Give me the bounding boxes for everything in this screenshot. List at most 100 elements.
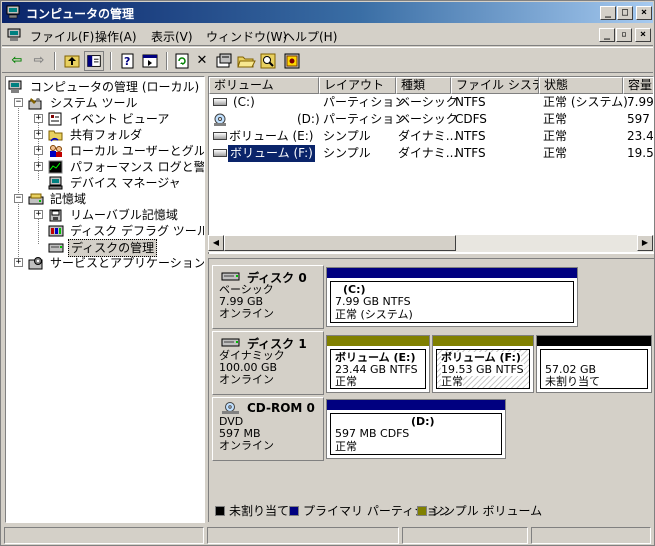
cell-filesystem: CDFS (455, 112, 487, 126)
search-icon[interactable] (258, 51, 278, 71)
disk-0-info[interactable]: ディスク 0 ベーシック 7.99 GB オンライン (212, 265, 324, 329)
maximize-button[interactable]: □ (617, 6, 633, 20)
table-row-selected[interactable]: ボリューム (F:) シンプル ダイナミ... NTFS 正常 19.53 (209, 145, 653, 162)
cd-drive-icon (222, 402, 239, 414)
partition-f-selected[interactable]: ボリューム (F:) 19.53 GB NTFS 正常 (432, 335, 534, 393)
partition-d[interactable]: (D:) 597 MB CDFS 正常 (326, 399, 506, 459)
up-folder-icon[interactable] (62, 51, 82, 71)
partition-status: 正常 (335, 375, 357, 388)
wizard-icon[interactable] (282, 51, 302, 71)
menu-help[interactable]: ヘルプ(H) (283, 28, 337, 45)
cell-status: 正常 (543, 129, 568, 143)
mdi-minimize-button[interactable]: _ (599, 28, 615, 42)
scroll-right-button[interactable]: ▶ (637, 235, 653, 251)
event-viewer-label: イベント ビューア (70, 112, 170, 126)
scroll-left-button[interactable]: ◀ (208, 235, 224, 251)
partition-size: 7.99 GB NTFS (335, 295, 411, 308)
cdrom-0-info[interactable]: CD-ROM 0 DVD 597 MB オンライン (212, 397, 324, 461)
back-arrow-icon[interactable]: ⇦ (7, 51, 27, 71)
column-header-volume[interactable]: ボリューム (209, 77, 319, 94)
menu-window[interactable]: ウィンドウ(W) (206, 28, 287, 45)
system-tools-icon (28, 98, 42, 110)
cell-volume: (D:) (297, 112, 320, 126)
users-icon (50, 145, 62, 157)
column-header-layout[interactable]: レイアウト (319, 77, 396, 94)
column-header-filesystem[interactable]: ファイル システム (451, 77, 539, 94)
horizontal-scrollbar[interactable]: ◀ ▶ (208, 235, 654, 252)
disk-name: CD-ROM 0 (247, 401, 315, 415)
disk-status: オンライン (219, 439, 274, 452)
toolbar-separator (110, 52, 112, 70)
refresh-icon[interactable] (172, 51, 192, 71)
title-bar[interactable]: コンピュータの管理 _ □ × (2, 2, 653, 23)
volume-list: ボリューム レイアウト 種類 ファイル システム 状態 容量 (C:) パーティ… (208, 76, 654, 254)
mdi-close-button[interactable]: × (635, 28, 651, 42)
disk-1-info[interactable]: ディスク 1 ダイナミック 100.00 GB オンライン (212, 331, 324, 395)
event-viewer-icon (48, 112, 62, 126)
cell-status: 正常 (543, 112, 568, 126)
performance-logs-icon (48, 160, 63, 174)
open-folder-icon[interactable] (236, 51, 256, 71)
expand-toggle[interactable]: + (34, 130, 43, 139)
collapse-toggle[interactable]: − (14, 98, 23, 107)
legend: 未割り当て プライマリ パーティション シンプル ボリューム (211, 503, 652, 519)
partition-c[interactable]: (C:) 7.99 GB NTFS 正常 (システム) (326, 267, 578, 327)
column-header-capacity[interactable]: 容量 (623, 77, 653, 94)
computer-management-window: コンピュータの管理 _ □ × ファイル(F) 操作(A) 表示(V) ウィンド… (0, 0, 655, 546)
hard-disk-icon (221, 338, 240, 347)
scroll-thumb[interactable] (224, 235, 456, 251)
collapse-toggle[interactable]: − (14, 194, 23, 203)
cell-layout: パーティション (323, 112, 407, 126)
expand-toggle[interactable]: + (34, 210, 43, 219)
column-header-status[interactable]: 状態 (539, 77, 623, 94)
delete-icon[interactable]: ✕ (192, 51, 212, 71)
column-header-type[interactable]: 種類 (396, 77, 451, 94)
simple-volume-bar (327, 336, 429, 346)
table-row[interactable]: (C:) パーティション ベーシック NTFS 正常 (システム) 7.99 (209, 94, 653, 111)
system-tools-label: システム ツール (50, 96, 138, 110)
cell-volume: ボリューム (E:) (229, 129, 314, 143)
mdi-restore-button[interactable]: ▫ (616, 28, 632, 42)
console-tree: コンピュータの管理 (ローカル) − システム ツール + イベント ビューア … (5, 76, 205, 523)
partition-e[interactable]: ボリューム (E:) 23.44 GB NTFS 正常 (326, 335, 430, 393)
properties-icon[interactable]: ? (118, 51, 138, 71)
volume-icon (213, 132, 227, 140)
close-button[interactable]: × (636, 6, 652, 20)
menu-view[interactable]: 表示(V) (151, 28, 193, 45)
minimize-button[interactable]: _ (600, 6, 616, 20)
unallocated-bar (537, 336, 651, 346)
disk-graphical-view: ディスク 0 ベーシック 7.99 GB オンライン (C:) 7.99 GB … (208, 258, 654, 522)
disk-defrag-label: ディスク デフラグ ツール (70, 224, 205, 238)
table-row[interactable]: ボリューム (E:) シンプル ダイナミ... NTFS 正常 23.44 (209, 128, 654, 145)
expand-toggle[interactable]: + (34, 114, 43, 123)
local-users-label: ローカル ユーザーとグループ (70, 144, 205, 158)
disk-status: オンライン (219, 373, 274, 386)
partition-status: 正常 (システム) (335, 308, 413, 321)
expand-toggle[interactable]: + (34, 162, 43, 171)
defrag-icon (48, 225, 64, 237)
expand-toggle[interactable]: + (34, 146, 43, 155)
removable-storage-icon (49, 209, 62, 222)
cell-filesystem: NTFS (455, 129, 486, 143)
cell-status: 正常 (システム) (543, 95, 628, 109)
services-apps-label: サービスとアプリケーション (50, 256, 205, 270)
performance-logs-label: パフォーマンス ログと警告 (70, 160, 205, 174)
table-row[interactable]: (D:) パーティション ベーシック CDFS 正常 597 I (209, 111, 653, 128)
forward-arrow-icon[interactable]: ⇨ (29, 51, 49, 71)
legend-swatch-simple (417, 506, 427, 516)
help-icon[interactable] (140, 51, 160, 71)
cell-type: ベーシック (398, 112, 458, 126)
expand-toggle[interactable]: + (14, 258, 23, 267)
primary-partition-bar (327, 268, 577, 278)
primary-partition-bar (327, 400, 505, 410)
menu-file[interactable]: ファイル(F) (30, 28, 94, 45)
system-menu-icon[interactable] (7, 28, 23, 42)
shared-folders-label: 共有フォルダ (70, 128, 143, 142)
status-bar (2, 526, 653, 546)
device-manager-icon (48, 176, 63, 190)
cell-capacity: 23.44 (627, 129, 654, 143)
menu-action[interactable]: 操作(A) (95, 28, 137, 45)
show-hide-tree-icon[interactable] (84, 51, 104, 71)
properties-page-icon[interactable] (214, 51, 234, 71)
unallocated-space[interactable]: 57.02 GB 未割り当て (536, 335, 652, 393)
